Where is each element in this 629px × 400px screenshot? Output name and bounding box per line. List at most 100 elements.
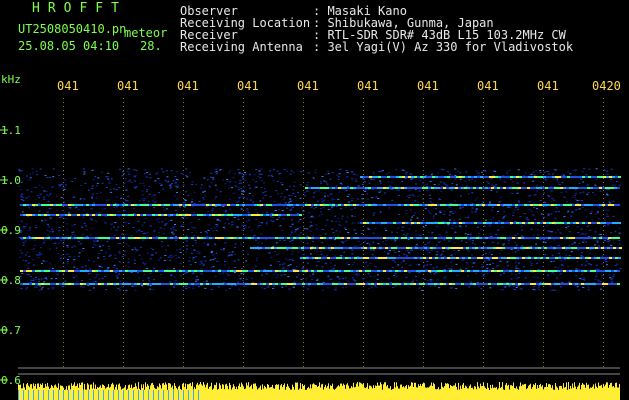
signal-band-pixel [233,237,236,239]
signal-band-pixel [543,257,546,259]
noise-pixel [480,288,483,290]
noise-pixel [411,216,413,218]
signal-band-pixel [416,270,419,272]
signal-bar [289,387,290,400]
signal-band-pixel [326,270,329,272]
time-gridline-dot [243,266,244,267]
signal-band-pixel [287,214,290,216]
noise-pixel [198,200,201,202]
noise-pixel [240,208,243,210]
signal-band-pixel [523,247,526,249]
signal-band-pixel [212,214,215,216]
time-gridline-dot [483,106,484,107]
noise-pixel [51,228,54,230]
time-gridline-dot [423,318,424,319]
noise-pixel [324,195,326,197]
signal-band-pixel [597,176,600,178]
noise-pixel [237,186,240,188]
signal-bar [149,389,150,400]
noise-pixel [219,268,221,270]
noise-pixel [393,250,395,251]
signal-bar [293,386,294,400]
noise-pixel [121,256,124,257]
signal-band-pixel [567,222,570,224]
noise-pixel [62,243,65,245]
time-gridline-dot [243,130,244,131]
signal-band-pixel [278,270,281,272]
time-gridline-dot [123,322,124,323]
time-gridline-dot [483,142,484,143]
time-gridline-dot [183,142,184,143]
signal-band-pixel [423,176,426,178]
signal-band-pixel [572,204,575,206]
time-gridline-dot [363,194,364,195]
signal-band-pixel [146,204,149,206]
noise-pixel [215,173,218,175]
noise-pixel [115,196,118,198]
signal-band-pixel [387,257,390,259]
time-gridline-dot [483,294,484,295]
signal-bar [267,383,268,400]
noise-pixel [176,249,178,251]
noise-pixel [260,233,262,235]
time-gridline-dot [63,194,64,195]
signal-band-pixel [501,257,504,259]
signal-band-pixel [494,187,497,189]
noise-pixel [218,273,221,275]
signal-bar [115,386,116,400]
signal-band-pixel [179,204,182,206]
noise-pixel [115,206,118,208]
noise-pixel [351,249,354,251]
noise-pixel [431,279,434,281]
time-gridline-dot [423,110,424,111]
time-gridline-dot [123,170,124,171]
signal-band-pixel [356,283,359,285]
signal-band-pixel [551,237,554,239]
signal-band-pixel [521,270,524,272]
noise-pixel [133,213,136,215]
noise-pixel [604,219,607,221]
noise-pixel [74,246,77,248]
noise-pixel [241,190,243,192]
noise-pixel [212,266,215,268]
signal-band-pixel [74,283,77,285]
time-gridline-dot [483,358,484,359]
signal-bar [248,382,249,400]
noise-pixel [516,182,519,184]
signal-band-pixel [616,247,619,249]
noise-pixel [361,184,364,185]
noise-pixel [394,285,397,287]
noise-pixel [589,229,592,231]
noise-pixel [356,275,359,277]
signal-band-pixel [396,257,399,259]
noise-pixel [21,272,24,274]
noise-pixel [425,249,428,251]
signal-bar [120,386,121,400]
signal-band-pixel [432,222,435,224]
noise-pixel [554,217,557,219]
noise-pixel [100,266,103,268]
signal-band-pixel [491,237,494,239]
time-gridline-dot [303,330,304,331]
noise-pixel [210,252,213,254]
noise-pixel [174,209,177,211]
noise-pixel [83,173,86,175]
signal-band-pixel [401,187,404,189]
noise-pixel [181,223,184,225]
signal-band-pixel [200,204,203,206]
signal-bar [263,388,264,400]
signal-band-pixel [455,204,458,206]
time-gridline-dot [363,310,364,311]
signal-band-pixel [320,270,323,272]
signal-band-pixel [563,187,566,189]
noise-pixel [539,281,542,283]
noise-pixel [169,289,172,291]
signal-band-pixel [572,187,575,189]
noise-pixel [345,190,348,191]
noise-pixel [224,222,227,224]
signal-band-pixel [464,283,467,285]
signal-bar [61,385,62,400]
signal-band-pixel [360,176,363,178]
time-gridline-dot [243,206,244,207]
noise-pixel [506,261,509,263]
